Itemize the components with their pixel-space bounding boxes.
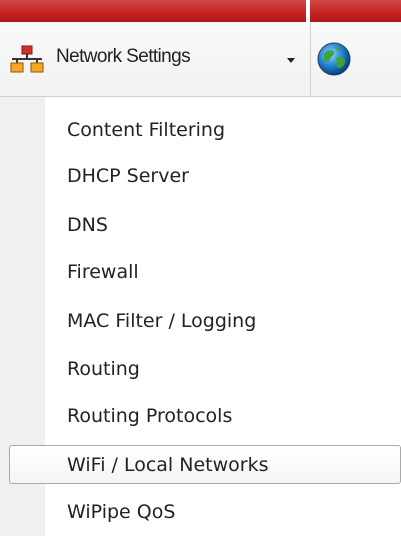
menu-item-label: DHCP Server [67, 165, 189, 187]
menu-item-label: Firewall [67, 261, 139, 283]
network-settings-label: Network Settings [56, 46, 191, 67]
menu-item-label: DNS [67, 214, 108, 236]
menu-item-wifi-local-networks[interactable]: WiFi / Local Networks [9, 445, 401, 484]
top-red-bar [0, 0, 401, 22]
menu-item-label: WiFi / Local Networks [67, 454, 269, 476]
globe-icon [317, 42, 351, 76]
menu-item-label: MAC Filter / Logging [67, 310, 257, 332]
network-settings-dropdown-menu: Content Filtering DHCP Server DNS Firewa… [9, 97, 401, 536]
menu-item-label: Routing [67, 358, 140, 380]
network-settings-menu-button[interactable]: Network Settings [0, 22, 310, 96]
top-bar-separator [306, 0, 310, 22]
toolbar: Network Settings [0, 22, 401, 97]
globe-button[interactable] [311, 22, 401, 96]
caret-down-icon [287, 58, 295, 63]
menu-item-label: Content Filtering [67, 119, 226, 141]
menu-item-label: Routing Protocols [67, 405, 233, 427]
menu-item-label: WiPipe QoS [67, 501, 176, 523]
network-topology-icon [10, 45, 44, 73]
